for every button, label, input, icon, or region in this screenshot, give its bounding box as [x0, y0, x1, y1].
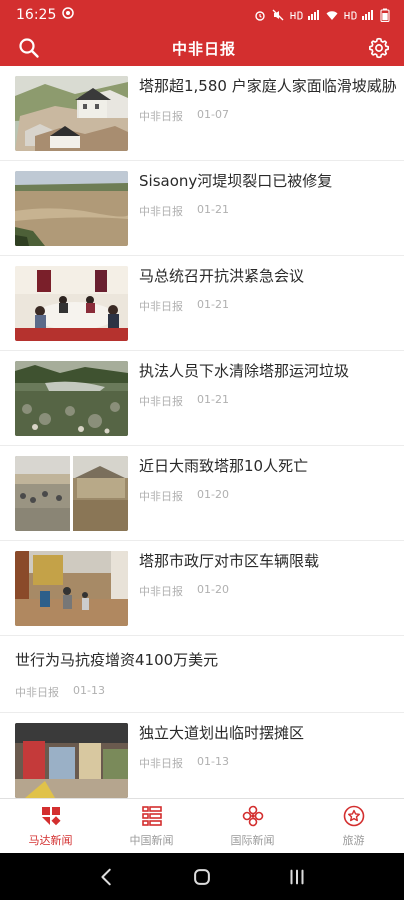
tab-label: 中国新闻 — [129, 834, 174, 847]
news-title: 马总统召开抗洪紧急会议 — [139, 266, 305, 285]
app-header: 中非日报 — [0, 30, 404, 66]
news-meta: 中非日报 01-21 — [139, 393, 389, 409]
news-source: 中非日报 — [139, 756, 183, 770]
news-source: 中非日报 — [139, 204, 183, 218]
system-nav-bar — [0, 853, 404, 900]
app-notification-icon — [62, 7, 75, 23]
news-date: 01-21 — [197, 297, 229, 311]
news-title: 近日大雨致塔那10人死亡 — [139, 456, 309, 475]
news-list-item[interactable]: 塔那超1,580 户家庭人家面临滑坡威胁 中非日报 01-07 — [0, 66, 404, 161]
news-date: 01-13 — [197, 754, 229, 768]
news-thumbnail — [15, 360, 128, 436]
mute-icon — [272, 9, 284, 21]
search-icon[interactable] — [16, 35, 42, 61]
hd-signal-icon — [290, 9, 320, 21]
news-source: 中非日报 — [139, 584, 183, 598]
news-title: 塔那市政厅对市区车辆限载 — [139, 551, 320, 570]
recents-icon[interactable] — [286, 866, 308, 888]
back-icon[interactable] — [96, 866, 118, 888]
news-source: 中非日报 — [139, 299, 183, 313]
news-title: 独立大道划出临时摆摊区 — [139, 723, 305, 742]
news-meta: 中非日报 01-21 — [139, 203, 389, 219]
news-thumbnail — [15, 170, 128, 246]
tab-madagascar-news[interactable]: 马达新闻 — [0, 799, 101, 853]
alarm-icon — [254, 9, 266, 21]
news-list-item[interactable]: 塔那市政厅对市区车辆限载 中非日报 01-20 — [0, 541, 404, 636]
madagascar-news-icon — [41, 807, 61, 826]
hd-signal-2-icon — [344, 9, 374, 21]
battery-icon — [380, 8, 390, 22]
news-list-item[interactable]: 独立大道划出临时摆摊区 中非日报 01-13 — [0, 713, 404, 798]
news-list-item[interactable]: 世行为马抗疫增资4100万美元 中非日报 01-13 — [0, 636, 404, 713]
news-thumbnail — [15, 722, 128, 798]
news-date: 01-21 — [197, 392, 229, 406]
status-bar: 16:25 — [0, 0, 404, 30]
news-source: 中非日报 — [15, 686, 59, 699]
news-source: 中非日报 — [139, 394, 183, 408]
news-date: 01-20 — [197, 487, 229, 501]
tab-travel[interactable]: 旅游 — [303, 799, 404, 853]
tab-label: 旅游 — [342, 834, 365, 847]
top-bar: 16:25 中非日报 — [0, 0, 404, 66]
news-thumbnail — [15, 455, 128, 531]
news-list-item[interactable]: Sisaony河堤坝裂口已被修复 中非日报 01-21 — [0, 161, 404, 256]
bottom-tab-bar: 马达新闻 中国新闻 国际新闻 旅游 — [0, 798, 404, 853]
news-thumbnail — [15, 265, 128, 341]
news-list-item[interactable]: 执法人员下水清除塔那运河垃圾 中非日报 01-21 — [0, 351, 404, 446]
tab-label: 国际新闻 — [230, 834, 275, 847]
wifi-icon — [326, 9, 338, 21]
tab-label: 马达新闻 — [28, 834, 73, 847]
news-meta: 中非日报 01-13 — [15, 684, 389, 700]
news-date: 01-20 — [197, 582, 229, 596]
news-meta: 中非日报 01-13 — [139, 755, 389, 771]
news-list-item[interactable]: 马总统召开抗洪紧急会议 中非日报 01-21 — [0, 256, 404, 351]
news-meta: 中非日报 01-07 — [139, 108, 397, 124]
news-thumbnail — [15, 550, 128, 626]
news-meta: 中非日报 01-21 — [139, 298, 389, 314]
news-date: 01-13 — [73, 684, 105, 697]
news-meta: 中非日报 01-20 — [139, 583, 389, 599]
news-date: 01-21 — [197, 202, 229, 216]
news-title: 执法人员下水清除塔那运河垃圾 — [139, 361, 350, 380]
home-icon[interactable] — [191, 866, 213, 888]
news-meta: 中非日报 01-20 — [139, 488, 389, 504]
china-news-icon — [141, 806, 162, 826]
tab-world-news[interactable]: 国际新闻 — [202, 799, 303, 853]
news-source: 中非日报 — [139, 489, 183, 503]
world-news-icon — [242, 805, 263, 827]
status-time: 16:25 — [16, 7, 57, 23]
settings-gear-icon[interactable] — [366, 35, 392, 61]
page-title: 中非日报 — [171, 39, 236, 58]
tab-china-news[interactable]: 中国新闻 — [101, 799, 202, 853]
news-thumbnail — [15, 75, 128, 151]
news-list[interactable]: 塔那超1,580 户家庭人家面临滑坡威胁 中非日报 01-07 Sisaony河… — [0, 66, 404, 798]
news-list-item[interactable]: 近日大雨致塔那10人死亡 中非日报 01-20 — [0, 446, 404, 541]
news-title: 塔那超1,580 户家庭人家面临滑坡威胁 — [139, 76, 397, 95]
news-source: 中非日报 — [139, 109, 183, 123]
travel-icon — [343, 805, 364, 827]
news-title: 世行为马抗疫增资4100万美元 — [15, 651, 219, 669]
news-title: Sisaony河堤坝裂口已被修复 — [139, 171, 333, 190]
news-date: 01-07 — [197, 107, 229, 121]
